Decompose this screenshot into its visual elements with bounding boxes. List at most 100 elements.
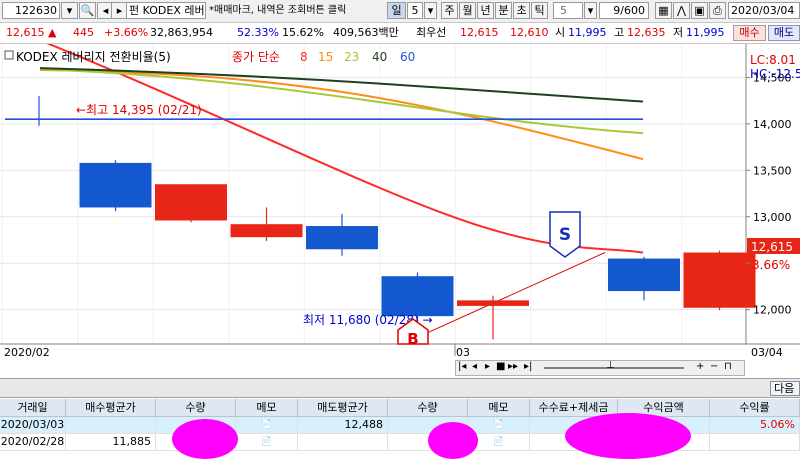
price-tag: 12,615 [751, 240, 793, 254]
col-memo2-header[interactable]: 메모 [468, 399, 530, 417]
ma-60: 60 [400, 50, 415, 64]
period-second-button[interactable]: 초 [513, 2, 530, 19]
price-chart[interactable]: 14,50014,00013,50013,00012,000 KODEX 레버리… [0, 39, 800, 389]
print-icon[interactable]: ⎙ [709, 2, 726, 19]
candle-body [230, 224, 303, 238]
redaction-mask [172, 419, 238, 459]
turnover-pct: 15.62% [282, 26, 324, 39]
memo-icon[interactable]: 📄 [236, 434, 298, 451]
buy-button[interactable]: 매수 [733, 25, 766, 41]
hc-label: HC:-12.5 [750, 67, 800, 81]
period-dropdown-icon[interactable]: ▾ [424, 2, 437, 19]
ma-label: 종가 단순 [232, 50, 280, 64]
hint-text: *매매마크, 내역은 조회버튼 클릭 [209, 5, 347, 16]
col-return-header[interactable]: 수익률 [710, 399, 800, 417]
price-tag-pct: 3.66% [752, 258, 790, 272]
zigzag-icon[interactable]: ⋀ [673, 2, 690, 19]
fund-prefix: 펀 [129, 4, 140, 17]
search-icon[interactable]: 🔍 [79, 2, 96, 19]
scroll-last-icon[interactable]: ▸| [524, 361, 532, 372]
tick-num-text: 5 [560, 4, 567, 17]
period-day-button[interactable]: 일 [387, 2, 406, 19]
grid-icon[interactable]: ▦ [655, 2, 672, 19]
sell-marker-text: S [559, 225, 571, 245]
scroll-prev-icon[interactable]: ◂ [472, 361, 477, 372]
ma-40: 40 [372, 50, 387, 64]
price-change: 445 [73, 26, 94, 39]
col-qty2-header[interactable]: 수량 [388, 399, 468, 417]
candle-body [457, 300, 529, 306]
y-tick-label: 13,500 [753, 164, 792, 177]
scroll-play-icon[interactable]: ▸ [485, 361, 490, 372]
candle-body [79, 162, 152, 208]
y-tick-label: 12,000 [753, 304, 792, 317]
toolbar: 122630 ▾ 🔍 ◂ ▸ 펀 KODEX 레버리 *매매마크, 내역은 조회… [0, 0, 800, 23]
scroll-first-icon[interactable]: |◂ [458, 361, 466, 372]
cell-return [710, 434, 800, 451]
save-icon[interactable]: ▣ [691, 2, 708, 19]
buy-marker-text: B [407, 330, 418, 348]
zoom-out-icon[interactable]: − [710, 361, 718, 372]
quote-bar: 12,615 ▲ 445 +3.66% 32,863,954 52.33% 15… [0, 23, 800, 44]
stock-name-text: KODEX 레버리 [142, 4, 205, 17]
lc-label: LC:8.01 [750, 53, 796, 67]
period-num-input[interactable]: 5 [407, 2, 423, 19]
sell-button[interactable]: 매도 [768, 25, 800, 41]
best-ask: 12,615 [460, 26, 499, 39]
tick-dropdown-icon[interactable]: ▾ [584, 2, 597, 19]
cell-date: 2020/03/03 [0, 417, 66, 434]
open-label: 시 [555, 26, 566, 39]
col-qty-header[interactable]: 수량 [156, 399, 236, 417]
stock-name-field[interactable]: 펀 KODEX 레버리 [126, 2, 206, 19]
low-label: 저 [673, 26, 684, 39]
zoom-in-icon[interactable]: + [696, 361, 704, 372]
cell-return: 5.06% [710, 417, 800, 434]
memo2-icon[interactable]: 📄 [468, 417, 530, 434]
period-month-button[interactable]: 월 [459, 2, 476, 19]
chart-area[interactable]: 14,500 14,000 13,500 13,000 12,000 KODEX 레버리… [0, 39, 800, 389]
scroll-stop-icon[interactable]: ■ [496, 361, 505, 372]
high-annotation: ←최고 14,395 (02/21) [76, 103, 202, 117]
cell-sell-avg: 12,488 [298, 417, 388, 434]
high-label: 고 [614, 26, 625, 39]
candle-body [381, 276, 454, 317]
zoom-slider-thumb[interactable]: ⊥ [606, 360, 615, 371]
period-year-button[interactable]: 년 [477, 2, 494, 19]
stock-code-input[interactable]: 122630 [2, 2, 60, 19]
col-sell-avg-header[interactable]: 매도평균가 [298, 399, 388, 417]
ma-15: 15 [318, 50, 333, 64]
open-price: 11,995 [568, 26, 607, 39]
y-tick-label: 13,000 [753, 211, 792, 224]
data-count-text: 9/600 [613, 4, 645, 17]
cell-sell-avg [298, 434, 388, 451]
period-minute-button[interactable]: 분 [495, 2, 512, 19]
period-tick-button[interactable]: 틱 [531, 2, 548, 19]
date-text: 2020/03/04 [731, 4, 795, 17]
period-week-button[interactable]: 주 [441, 2, 458, 19]
x-label-start: 2020/02 [4, 346, 50, 359]
period-num-text: 5 [411, 4, 419, 17]
y-tick-label: 14,000 [753, 118, 792, 131]
candle-body [683, 252, 756, 308]
chart-title: KODEX 레버리지 전환비율(5) [16, 50, 171, 64]
candle-body [608, 258, 680, 292]
candle-body [306, 226, 378, 250]
date-input[interactable]: 2020/03/04 [728, 2, 800, 19]
best-label: 최우선 [416, 26, 447, 39]
scroll-next-icon[interactable]: ▸▸ [508, 361, 518, 372]
tick-num-input[interactable]: 5 [553, 2, 583, 19]
zoom-reset-icon[interactable]: ⊓ [724, 361, 732, 372]
col-date-header[interactable]: 거래일 [0, 399, 66, 417]
ratio-pct: 52.33% [237, 26, 279, 39]
memo-icon[interactable]: 📄 [236, 417, 298, 434]
data-count-field[interactable]: 9/600 [599, 2, 649, 19]
col-buy-avg-header[interactable]: 매수평균가 [66, 399, 156, 417]
chart-scrollbar[interactable]: |◂ ◂ ▸ ■ ▸▸ ▸| ⊥ + − ⊓ [455, 360, 745, 376]
col-memo-header[interactable]: 메모 [236, 399, 298, 417]
code-dropdown-icon[interactable]: ▾ [61, 2, 78, 19]
cell-buy-avg: 11,885 [66, 434, 156, 451]
redaction-mask [565, 413, 691, 459]
price-change-pct: +3.66% [104, 26, 149, 39]
next-button[interactable]: 다음 [770, 381, 800, 396]
redaction-mask [428, 422, 478, 459]
